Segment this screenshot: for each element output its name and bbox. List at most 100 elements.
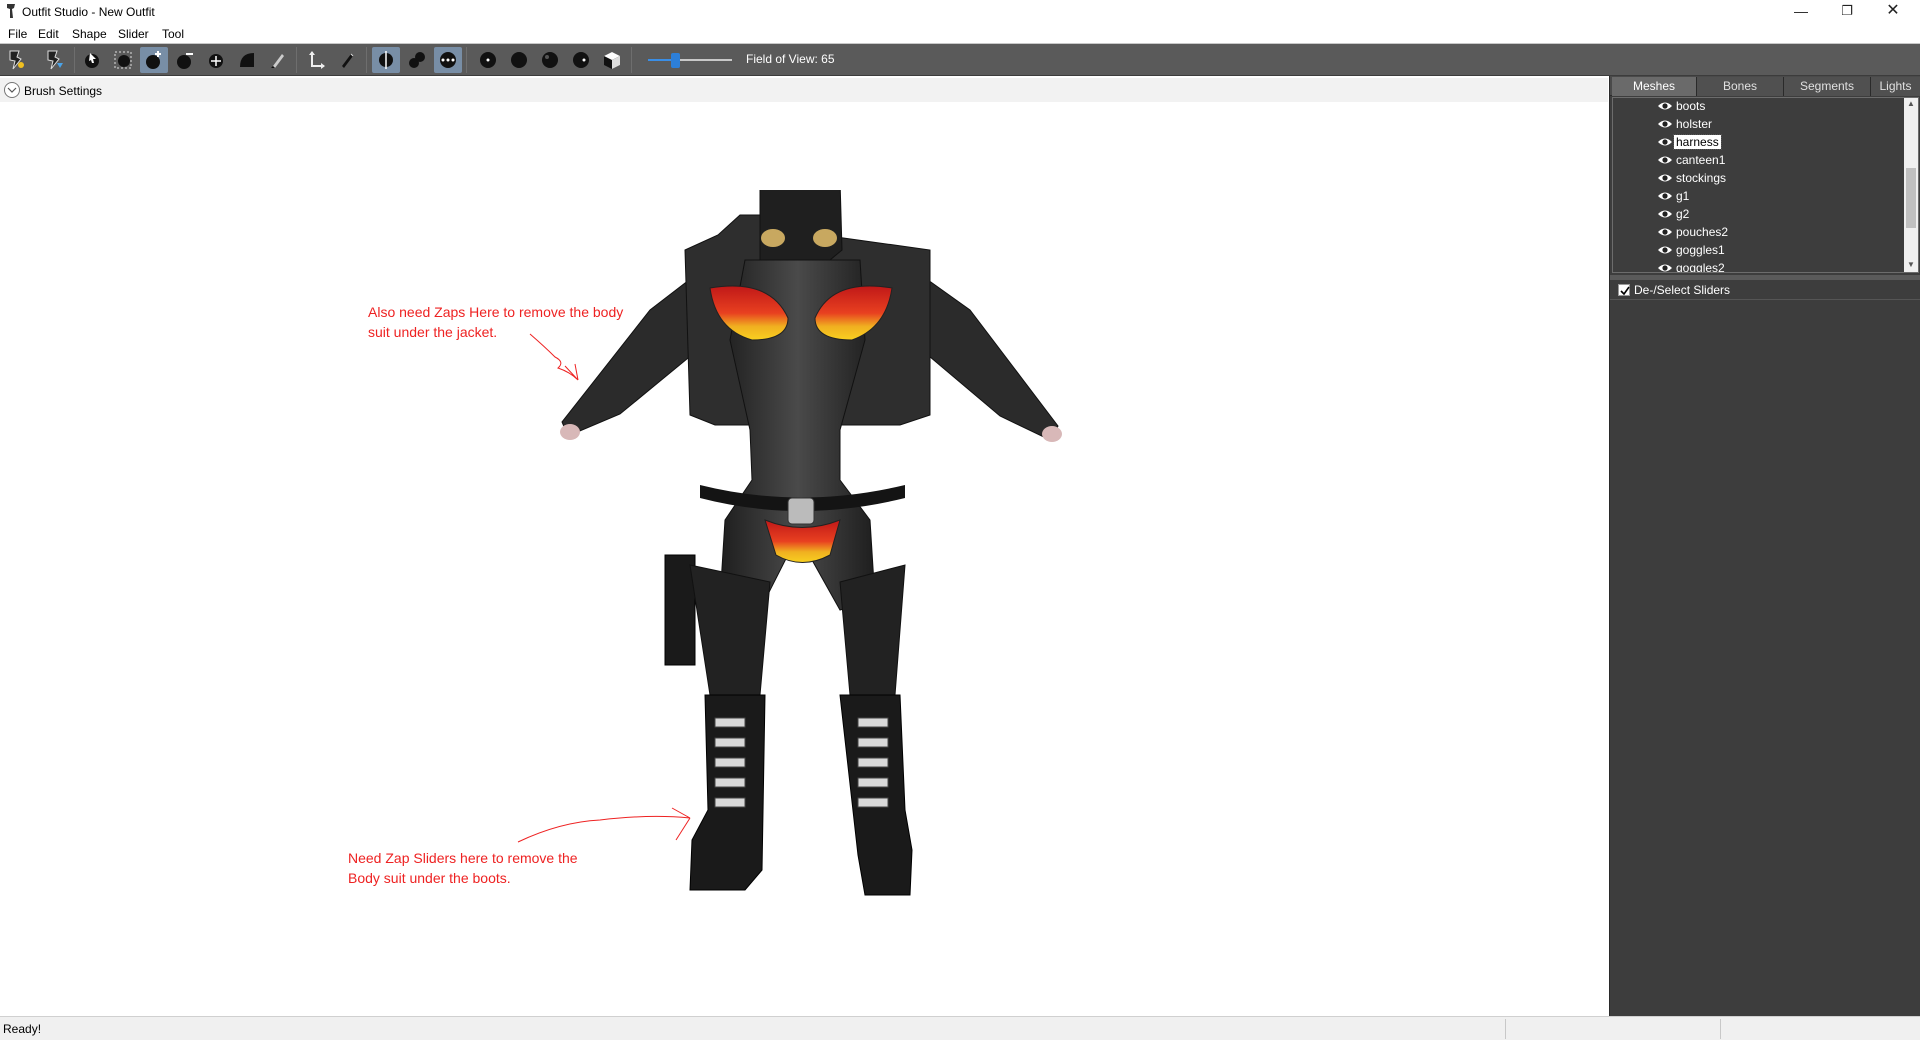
texture-button[interactable] [567,47,595,73]
deselect-sliders-label: De-/Select Sliders [1634,283,1731,297]
expand-toggle[interactable] [4,82,20,98]
deflate-brush-button[interactable] [171,47,199,73]
3d-viewport[interactable]: Also need Zaps Here to remove the body s… [0,102,1608,1016]
app-icon [7,4,15,18]
open-project-button[interactable] [40,47,68,73]
deselect-sliders-checkbox[interactable] [1618,284,1630,296]
mesh-name[interactable]: goggles1 [1674,243,1727,257]
status-separator [1505,1019,1506,1039]
texture-icon [573,52,589,68]
mesh-list[interactable]: boots holster harness canteen1 stockings g1 g2… [1612,97,1919,273]
mesh-name[interactable]: holster [1674,117,1714,131]
annotation-boots: Need Zap Sliders here to remove the Body… [348,850,578,886]
move-brush-button[interactable] [202,47,230,73]
mesh-row-pouches2[interactable]: pouches2 [1613,223,1903,241]
wireframe-icon [511,52,527,68]
mesh-name[interactable]: goggles2 [1674,261,1727,272]
tab-meshes[interactable]: Meshes [1612,77,1697,96]
mesh-name[interactable]: canteen1 [1674,153,1727,167]
menu-shape[interactable]: Shape [72,27,107,41]
eye-icon[interactable] [1657,262,1673,273]
scroll-thumb[interactable] [1906,168,1916,228]
eye-icon[interactable] [1657,244,1673,256]
window-title: Outfit Studio - New Outfit [22,5,155,19]
annotation-jacket: Also need Zaps Here to remove the body s… [368,304,624,340]
new-project-icon [9,50,24,70]
maximize-button[interactable]: ❐ [1824,0,1870,24]
menu-slider[interactable]: Slider [118,27,149,41]
minimize-button[interactable]: — [1778,0,1824,24]
tab-lights[interactable]: Lights [1871,77,1920,96]
connected-only-button[interactable] [403,47,431,73]
eye-icon[interactable] [1657,208,1673,220]
scroll-up-icon[interactable]: ▲ [1907,99,1915,108]
mesh-name[interactable]: stockings [1674,171,1728,185]
color-brush-button[interactable] [264,47,292,73]
toolbar-separator [466,47,467,73]
deflate-brush-icon [177,53,193,69]
mesh-row-boots[interactable]: boots [1613,98,1903,115]
move-brush-icon [209,54,223,68]
mesh-row-holster[interactable]: holster [1613,115,1903,133]
select-icon [85,53,99,68]
transform-button[interactable] [302,47,330,73]
cube-view-button[interactable] [598,47,626,73]
eye-icon[interactable] [1657,190,1673,202]
symmetry-x-icon [379,51,393,69]
transform-icon [309,51,325,69]
mesh-row-stockings[interactable]: stockings [1613,169,1903,187]
mesh-row-harness[interactable]: harness [1613,133,1903,151]
menu-edit[interactable]: Edit [38,27,59,41]
mask-brush-button[interactable] [109,47,137,73]
eye-icon[interactable] [1657,172,1673,184]
mesh-name[interactable]: g1 [1674,189,1691,203]
fov-label: Field of View: 65 [746,52,835,66]
eye-icon[interactable] [1657,154,1673,166]
status-text: Ready! [3,1022,42,1036]
mesh-row-canteen1[interactable]: canteen1 [1613,151,1903,169]
stocking-right [839,564,906,696]
wireframe-button[interactable] [505,47,533,73]
menu-file[interactable]: File [8,27,27,41]
brush-settings-header[interactable]: Brush Settings [0,78,1608,102]
eye-icon[interactable] [1657,136,1673,148]
mesh-row-g1[interactable]: g1 [1613,187,1903,205]
slider-select-header: De-/Select Sliders [1610,280,1920,300]
smooth-brush-button[interactable] [233,47,261,73]
symmetry-x-button[interactable] [372,47,400,73]
eye-icon[interactable] [1657,118,1673,130]
lighting-button[interactable] [536,47,564,73]
mesh-row-goggles1[interactable]: goggles1 [1613,241,1903,259]
fov-slider-thumb[interactable] [671,53,680,68]
mesh-name[interactable]: harness [1673,134,1722,150]
mesh-name[interactable]: g2 [1674,207,1691,221]
lighting-icon [542,52,558,68]
close-button[interactable]: ✕ [1870,0,1916,24]
eye-icon[interactable] [1657,226,1673,238]
global-brush-icon [440,52,456,68]
mesh-row-goggles2[interactable]: goggles2 [1613,259,1903,273]
eye-icon[interactable] [1657,100,1673,112]
global-brush-button[interactable] [434,47,462,73]
inflate-brush-button[interactable] [140,47,168,73]
vertex-point-icon [480,52,496,68]
fov-slider[interactable] [646,52,734,68]
weight-brush-icon [342,53,354,68]
weight-brush-button[interactable] [333,47,361,73]
mesh-row-g2[interactable]: g2 [1613,205,1903,223]
select-button[interactable] [78,47,106,73]
mesh-name[interactable]: boots [1674,99,1707,113]
menu-bar: File Edit Shape Slider Tool [0,24,1920,44]
menu-tool[interactable]: Tool [162,27,184,41]
color-brush-icon [271,54,284,68]
scroll-down-icon[interactable]: ▼ [1907,260,1915,269]
toolbar-separator [631,47,632,73]
mesh-list-scrollbar[interactable]: ▲ ▼ [1904,98,1918,272]
vertex-point-button[interactable] [474,47,502,73]
cube-view-icon [604,52,620,69]
tab-bones[interactable]: Bones [1697,77,1784,96]
new-project-button[interactable] [2,47,30,73]
title-bar: Outfit Studio - New Outfit — ❐ ✕ [0,0,1920,24]
tab-segments[interactable]: Segments [1784,77,1871,96]
mesh-name[interactable]: pouches2 [1674,225,1730,239]
